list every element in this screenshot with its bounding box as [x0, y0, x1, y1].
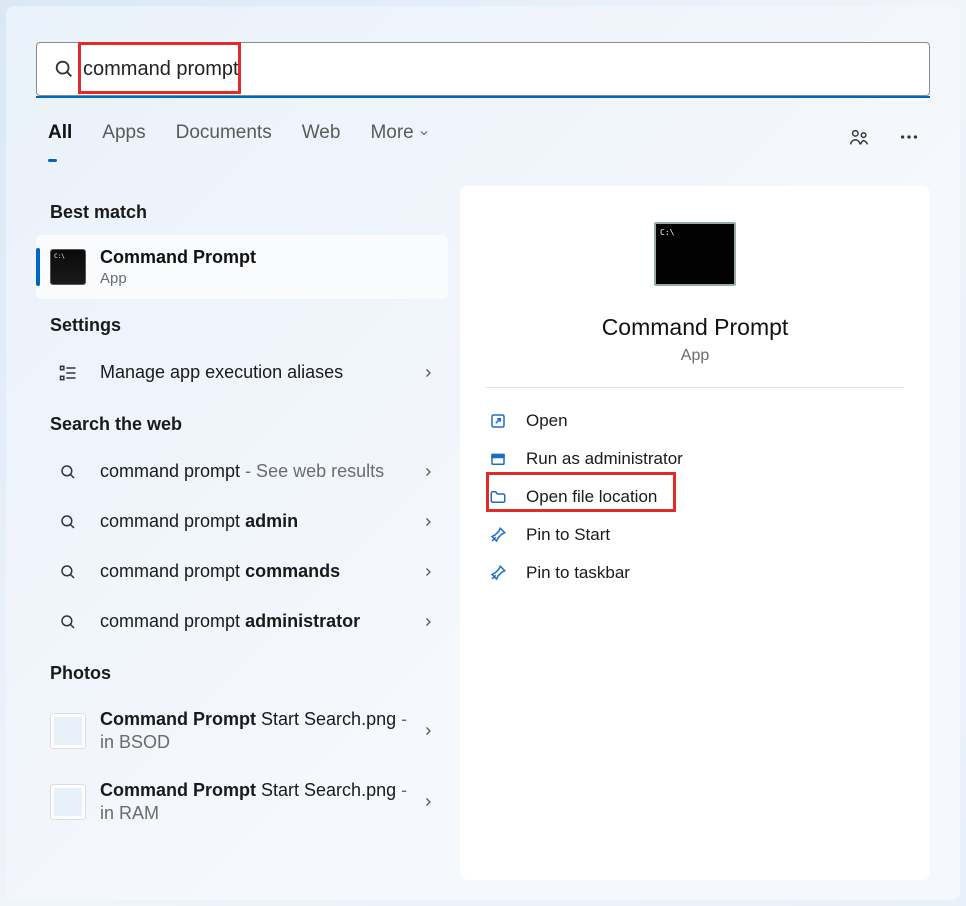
web-result-1[interactable]: command prompt admin — [36, 497, 448, 547]
action-label: Pin to Start — [526, 525, 610, 545]
command-prompt-icon — [654, 222, 736, 286]
divider — [486, 387, 904, 388]
search-icon — [50, 513, 86, 531]
tab-more[interactable]: More — [370, 122, 429, 152]
settings-item-label: Manage app execution aliases — [100, 361, 422, 384]
search-window: All Apps Documents Web More Best match C… — [6, 6, 960, 900]
photo-result-0[interactable]: Command Prompt Start Search.png - in BSO… — [36, 696, 448, 767]
open-external-icon — [488, 411, 508, 431]
filter-tabs: All Apps Documents Web More — [48, 122, 430, 152]
chevron-right-icon — [422, 515, 434, 529]
photos-header: Photos — [36, 647, 448, 696]
settings-header: Settings — [36, 299, 448, 348]
web-result-label: command prompt administrator — [100, 610, 422, 633]
settings-item-execution-aliases[interactable]: Manage app execution aliases — [36, 348, 448, 398]
tab-all[interactable]: All — [48, 122, 72, 152]
pin-icon — [488, 525, 508, 545]
search-icon — [50, 463, 86, 481]
preview-title: Command Prompt — [602, 314, 789, 341]
web-result-3[interactable]: command prompt administrator — [36, 597, 448, 647]
shield-icon — [488, 449, 508, 469]
search-icon — [50, 563, 86, 581]
web-result-label: command prompt commands — [100, 560, 422, 583]
tab-documents[interactable]: Documents — [176, 122, 272, 152]
preview-subtitle: App — [681, 347, 709, 365]
preview-actions: Open Run as administrator Open file loca… — [460, 398, 930, 596]
photo-result-label: Command Prompt Start Search.png - in RAM — [100, 779, 422, 826]
best-match-title: Command Prompt — [100, 247, 256, 268]
image-thumbnail-icon — [50, 713, 86, 749]
web-header: Search the web — [36, 398, 448, 447]
tab-apps[interactable]: Apps — [102, 122, 145, 152]
web-result-label: command prompt - See web results — [100, 460, 422, 483]
top-right-actions — [848, 126, 920, 148]
action-open-file-location[interactable]: Open file location — [480, 478, 910, 516]
contacts-icon[interactable] — [848, 126, 870, 148]
results-pane: Best match Command Prompt App Settings M… — [36, 186, 448, 880]
search-bar[interactable] — [36, 42, 930, 96]
action-label: Run as administrator — [526, 449, 683, 469]
tab-web[interactable]: Web — [302, 122, 341, 152]
search-input[interactable] — [83, 58, 913, 81]
photo-result-label: Command Prompt Start Search.png - in BSO… — [100, 708, 422, 755]
chevron-right-icon — [422, 724, 434, 738]
web-result-label: command prompt admin — [100, 510, 422, 533]
action-label: Pin to taskbar — [526, 563, 630, 583]
preview-pane: Command Prompt App Open Run as administr… — [460, 186, 930, 880]
chevron-down-icon — [418, 127, 430, 139]
action-open[interactable]: Open — [480, 402, 910, 440]
action-pin-start[interactable]: Pin to Start — [480, 516, 910, 554]
best-match-header: Best match — [36, 186, 448, 235]
action-pin-taskbar[interactable]: Pin to taskbar — [480, 554, 910, 592]
pin-icon — [488, 563, 508, 583]
action-label: Open file location — [526, 487, 657, 507]
web-result-0[interactable]: command prompt - See web results — [36, 447, 448, 497]
search-focus-underline — [36, 96, 930, 98]
best-match-subtitle: App — [100, 270, 256, 287]
search-icon — [53, 58, 75, 80]
chevron-right-icon — [422, 795, 434, 809]
image-thumbnail-icon — [50, 784, 86, 820]
web-result-2[interactable]: command prompt commands — [36, 547, 448, 597]
chevron-right-icon — [422, 366, 434, 380]
chevron-right-icon — [422, 465, 434, 479]
tab-more-label: More — [370, 122, 413, 144]
action-label: Open — [526, 411, 568, 431]
chevron-right-icon — [422, 565, 434, 579]
photo-result-1[interactable]: Command Prompt Start Search.png - in RAM — [36, 767, 448, 838]
folder-icon — [488, 487, 508, 507]
command-prompt-icon — [50, 249, 86, 285]
search-icon — [50, 613, 86, 631]
action-run-admin[interactable]: Run as administrator — [480, 440, 910, 478]
more-options-icon[interactable] — [898, 126, 920, 148]
settings-list-icon — [50, 363, 86, 383]
best-match-result[interactable]: Command Prompt App — [36, 235, 448, 299]
chevron-right-icon — [422, 615, 434, 629]
